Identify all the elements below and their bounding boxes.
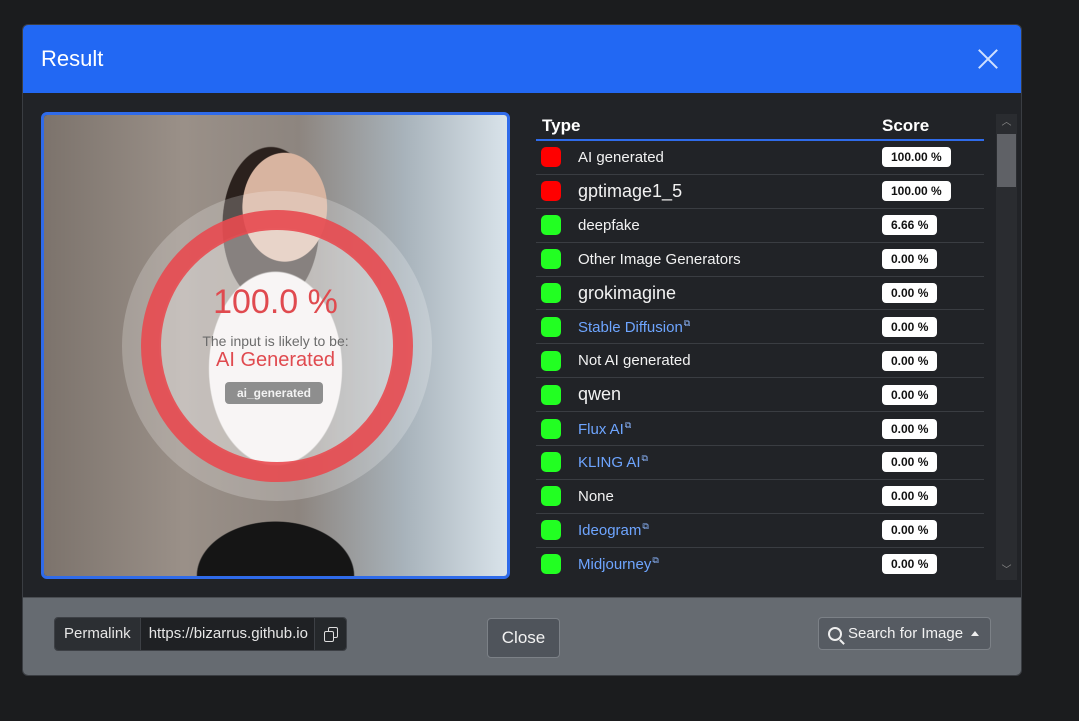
modal-title: Result (41, 46, 104, 71)
status-indicator (541, 554, 561, 575)
status-indicator (541, 452, 561, 473)
type-name: qwen (578, 384, 882, 405)
score-badge: 0.00 % (882, 350, 938, 371)
score-badge: 0.00 % (882, 452, 938, 473)
modal-header: Result (23, 25, 1021, 93)
status-indicator (541, 350, 561, 371)
status-indicator (541, 520, 561, 541)
type-label: Stable Diffusion (578, 318, 683, 336)
type-name: Other Image Generators (578, 251, 882, 268)
scrollbar[interactable]: ︿ ﹀ (996, 114, 1017, 580)
type-link[interactable]: Stable Diffusion⧉ (578, 318, 882, 336)
table-row: Ideogram⧉ 0.00 % (536, 514, 984, 548)
score-badge: 0.00 % (882, 486, 938, 507)
score-badge: 6.66 % (882, 215, 938, 236)
score-badge: 0.00 % (882, 384, 938, 405)
status-indicator (541, 249, 561, 270)
type-link[interactable]: Flux AI⧉ (578, 420, 882, 438)
scroll-up-icon[interactable]: ︿ (996, 114, 1017, 132)
table-row: Flux AI⧉ 0.00 % (536, 412, 984, 447)
scroll-down-icon[interactable]: ﹀ (996, 562, 1017, 580)
score-badge: 100.00 % (882, 181, 951, 202)
close-button[interactable]: Close (487, 618, 560, 658)
type-link[interactable]: Midjourney⧉ (578, 555, 882, 573)
type-label: Not AI generated (578, 352, 691, 370)
type-name: deepfake (578, 217, 882, 234)
table-row: deepfake 6.66 % (536, 209, 984, 243)
type-label: grokimagine (578, 282, 677, 303)
table-row: grokimagine 0.00 % (536, 277, 984, 311)
table-row: Not AI generated 0.00 % (536, 344, 984, 379)
type-label: Flux AI (578, 420, 624, 438)
modal-body: 100.0 % The input is likely to be: AI Ge… (23, 94, 1021, 598)
score-badge: 0.00 % (882, 554, 938, 575)
status-indicator (541, 283, 561, 303)
status-indicator (541, 486, 561, 507)
permalink-group: Permalink https://bizarrus.github.io (54, 617, 347, 651)
status-indicator (541, 316, 561, 337)
table-row: gptimage1_5 100.00 % (536, 175, 984, 209)
header-type: Type (542, 116, 581, 135)
gauge-subtitle: The input is likely to be: (202, 333, 349, 349)
external-link-icon: ⧉ (641, 453, 648, 464)
table-row: qwen 0.00 % (536, 378, 984, 413)
result-modal: Result 100.0 % The input is likely to be… (22, 24, 1022, 676)
table-rows: AI generated 100.00 % gptimage1_5 100.00 % d… (536, 141, 984, 580)
search-button-label: Search for Image (848, 625, 964, 642)
table-row: AI generated 100.00 % (536, 141, 984, 175)
status-indicator (541, 384, 561, 405)
table-header: Type Score (536, 114, 984, 141)
external-link-icon: ⧉ (642, 521, 649, 532)
permalink-label: Permalink (55, 618, 140, 650)
type-link[interactable]: KLING AI⧉ (578, 453, 882, 471)
close-icon[interactable] (977, 48, 999, 70)
permalink-input[interactable]: https://bizarrus.github.io (139, 618, 314, 650)
gauge-percent: 100.0 % (213, 283, 338, 321)
analyzed-image: 100.0 % The input is likely to be: AI Ge… (41, 112, 510, 579)
gauge-label: AI Generated (216, 349, 335, 371)
score-badge: 0.00 % (882, 249, 938, 270)
header-score: Score (882, 116, 930, 135)
type-label: None (578, 487, 614, 505)
score-badge: 0.00 % (882, 316, 938, 337)
results-table: Type Score AI generated 100.00 % gptimage1… (536, 114, 984, 580)
type-name: None (578, 488, 882, 505)
status-indicator (541, 418, 561, 439)
type-label: Ideogram (578, 522, 642, 540)
search-for-image-button[interactable]: Search for Image (818, 617, 991, 650)
external-link-icon: ⧉ (652, 555, 659, 566)
type-name: grokimagine (578, 283, 882, 304)
modal-footer: Permalink https://bizarrus.github.io Clo… (23, 597, 1021, 675)
external-link-icon: ⧉ (683, 317, 691, 328)
table-row: Stable Diffusion⧉ 0.00 % (536, 310, 984, 345)
type-label: deepfake (578, 216, 640, 234)
search-icon (828, 626, 842, 641)
caret-up-icon (971, 631, 980, 636)
type-label: qwen (578, 384, 622, 405)
scrollbar-thumb[interactable] (997, 134, 1016, 187)
table-row: Midjourney⧉ 0.00 % (536, 548, 984, 580)
score-badge: 100.00 % (882, 147, 951, 168)
type-label: Midjourney (578, 556, 652, 574)
table-row: None 0.00 % (536, 480, 984, 514)
score-badge: 0.00 % (882, 418, 938, 439)
type-label: Other Image Generators (578, 250, 741, 268)
type-link[interactable]: Ideogram⧉ (578, 521, 882, 539)
status-indicator (541, 215, 561, 236)
score-badge: 0.00 % (882, 283, 938, 303)
type-label: KLING AI (578, 454, 641, 472)
type-label: AI generated (578, 148, 664, 166)
table-row: KLING AI⧉ 0.00 % (536, 446, 984, 480)
status-indicator (541, 181, 561, 202)
table-row: Other Image Generators 0.00 % (536, 243, 984, 277)
score-badge: 0.00 % (882, 520, 938, 541)
type-label: gptimage1_5 (578, 180, 683, 201)
type-name: Not AI generated (578, 352, 882, 369)
status-indicator (541, 147, 561, 168)
copy-icon[interactable] (313, 618, 346, 650)
type-name: AI generated (578, 149, 882, 166)
type-name: gptimage1_5 (578, 181, 882, 202)
external-link-icon: ⧉ (624, 419, 632, 430)
gauge-badge: ai_generated (225, 382, 323, 404)
